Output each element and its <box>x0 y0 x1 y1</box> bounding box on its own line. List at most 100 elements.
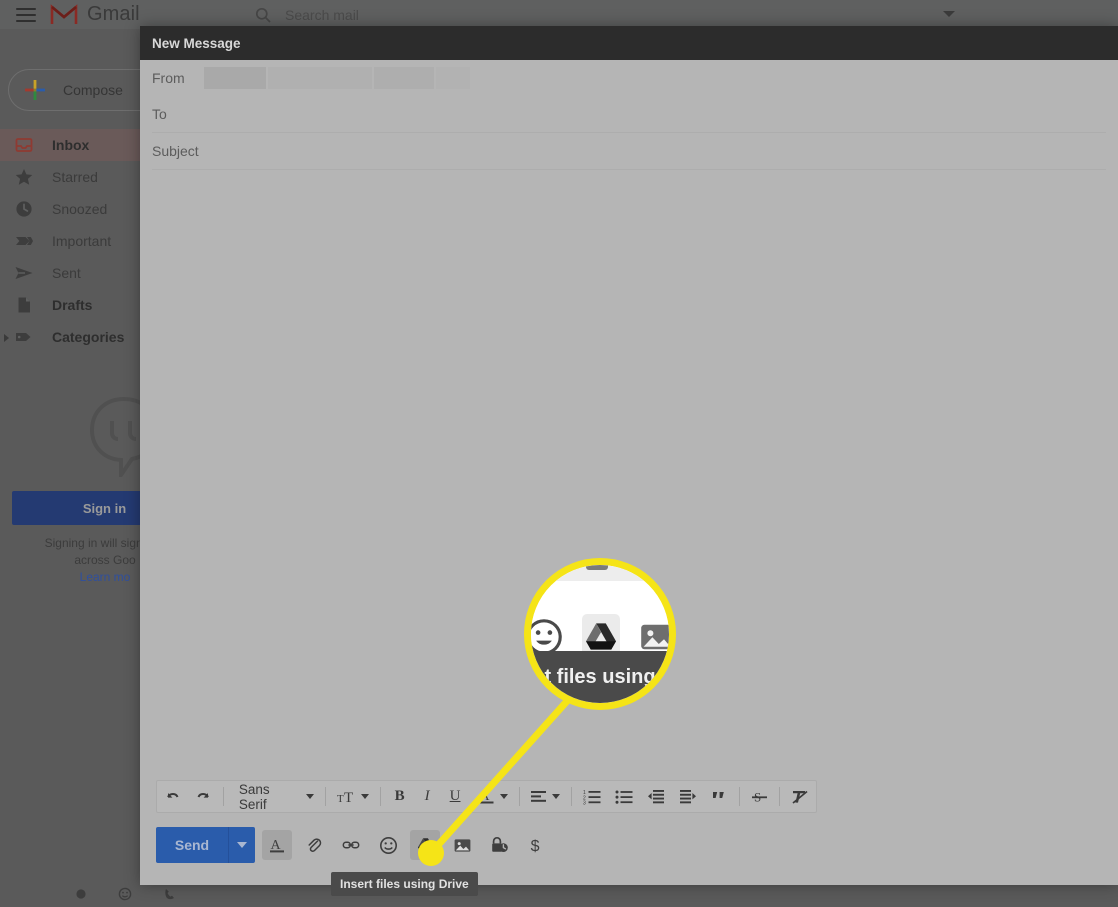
formatting-options-button[interactable]: A <box>262 830 292 860</box>
subject-label: Subject <box>152 143 199 159</box>
status-dot-icon[interactable] <box>74 887 88 901</box>
numbered-list-button[interactable]: 1 2 3 <box>576 780 608 813</box>
block-quote-button[interactable] <box>704 780 735 813</box>
attach-files-button[interactable] <box>299 830 329 860</box>
insert-photo-button[interactable] <box>447 830 477 860</box>
draft-icon <box>18 297 30 313</box>
text-color-icon: A <box>479 788 493 804</box>
phone-icon[interactable] <box>162 887 176 901</box>
toolbar-separator <box>779 787 780 806</box>
strikethrough-button[interactable]: S <box>744 780 775 813</box>
emoji-icon[interactable] <box>118 887 132 901</box>
chevron-down-icon <box>499 794 508 799</box>
svg-text:3: 3 <box>583 800 586 805</box>
sidebar-item-label: Snoozed <box>52 201 108 217</box>
callout-magnifier: t files using <box>524 558 676 710</box>
subject-field-row[interactable]: Subject <box>152 133 1106 170</box>
remove-formatting-button[interactable] <box>784 780 816 813</box>
align-button[interactable] <box>523 780 567 813</box>
insert-signature-button[interactable]: $ <box>521 830 551 860</box>
callout-pointer-dot <box>418 840 444 866</box>
magnified-notch <box>586 565 608 570</box>
outdent-button[interactable] <box>640 780 672 813</box>
compose-title: New Message <box>152 35 241 51</box>
paperclip-icon <box>308 838 322 852</box>
toolbar-separator <box>324 787 326 806</box>
bulleted-list-icon <box>615 790 633 804</box>
text-format-icon: A <box>270 838 284 853</box>
send-label: Send <box>174 837 210 853</box>
svg-text:T: T <box>344 790 353 805</box>
emoji-icon <box>379 836 397 854</box>
redaction-block <box>268 67 372 89</box>
bulleted-list-button[interactable] <box>608 780 640 813</box>
sidebar-item-label: Categories <box>52 329 125 345</box>
clock-icon <box>16 201 32 217</box>
from-field-row[interactable]: From <box>152 60 1106 96</box>
remove-formatting-icon <box>792 790 808 804</box>
send-options-button[interactable] <box>228 827 255 863</box>
insert-emoji-button[interactable] <box>373 830 403 860</box>
compose-action-bar: Send A $ <box>156 827 551 863</box>
top-bar: Gmail Search mail <box>0 0 1118 29</box>
chevron-down-icon <box>552 794 561 799</box>
svg-text:A: A <box>480 788 490 803</box>
gmail-logo[interactable]: Gmail <box>50 3 140 26</box>
sidebar-item-label: Starred <box>52 169 98 185</box>
hangouts-signin-label: Sign in <box>82 500 127 516</box>
main-menu-icon[interactable] <box>16 7 36 22</box>
magnified-tooltip-label: t files using <box>544 665 656 688</box>
svg-text:T: T <box>337 793 344 805</box>
send-icon <box>15 267 33 279</box>
sidebar-item-label: Important <box>52 233 112 249</box>
toolbar-separator <box>571 787 573 806</box>
send-button[interactable]: Send <box>156 827 228 863</box>
chevron-down-icon <box>237 842 247 848</box>
star-icon <box>15 169 33 185</box>
magnifier-content: t files using <box>531 565 669 703</box>
learn-more-link[interactable]: Learn mo <box>80 570 131 584</box>
redo-button[interactable] <box>188 780 219 813</box>
label-icon <box>16 237 33 245</box>
from-label: From <box>152 70 185 86</box>
indent-button[interactable] <box>672 780 704 813</box>
toolbar-separator <box>739 787 741 806</box>
image-icon <box>454 838 470 852</box>
plus-icon <box>25 80 45 100</box>
expand-categories-icon[interactable] <box>4 334 9 342</box>
to-field-row[interactable]: To <box>152 96 1106 133</box>
bold-button[interactable]: B <box>385 780 415 813</box>
gmail-m-icon <box>50 4 78 24</box>
underline-button[interactable]: U <box>440 780 471 813</box>
signin-note-line2: across Goo <box>74 553 136 567</box>
outdent-icon <box>648 790 665 804</box>
redo-icon <box>197 793 209 798</box>
search-options-icon[interactable] <box>943 11 955 17</box>
italic-button[interactable]: I <box>415 780 440 813</box>
search-input[interactable]: Search mail <box>285 7 359 23</box>
undo-button[interactable] <box>157 780 188 813</box>
font-size-icon: T T <box>337 790 353 805</box>
font-size-button[interactable]: T T <box>330 780 376 813</box>
svg-text:$: $ <box>531 838 540 855</box>
redaction-block <box>374 67 434 89</box>
text-color-button[interactable]: A <box>471 780 515 813</box>
redaction-block <box>204 67 266 89</box>
compose-label: Compose <box>63 82 123 98</box>
redaction-block <box>436 67 470 89</box>
confidential-mode-button[interactable] <box>484 830 514 860</box>
dollar-icon: $ <box>531 838 540 855</box>
search-bar[interactable]: Search mail <box>255 0 965 29</box>
compose-modal: New Message From To Subject Sans Serif T… <box>140 26 1118 885</box>
compose-header[interactable]: New Message <box>140 26 1118 60</box>
insert-link-button[interactable] <box>336 830 366 860</box>
block-quote-icon <box>713 792 725 798</box>
sidebar-item-label: Inbox <box>52 137 90 153</box>
magnified-tooltip: t files using <box>531 651 669 703</box>
chevron-down-icon <box>360 794 369 799</box>
align-left-icon <box>531 791 547 802</box>
font-family-select[interactable]: Sans Serif <box>228 780 321 813</box>
image-icon <box>641 624 669 650</box>
google-drive-icon <box>586 623 616 650</box>
drive-tooltip-label: Insert files using Drive <box>340 877 469 891</box>
